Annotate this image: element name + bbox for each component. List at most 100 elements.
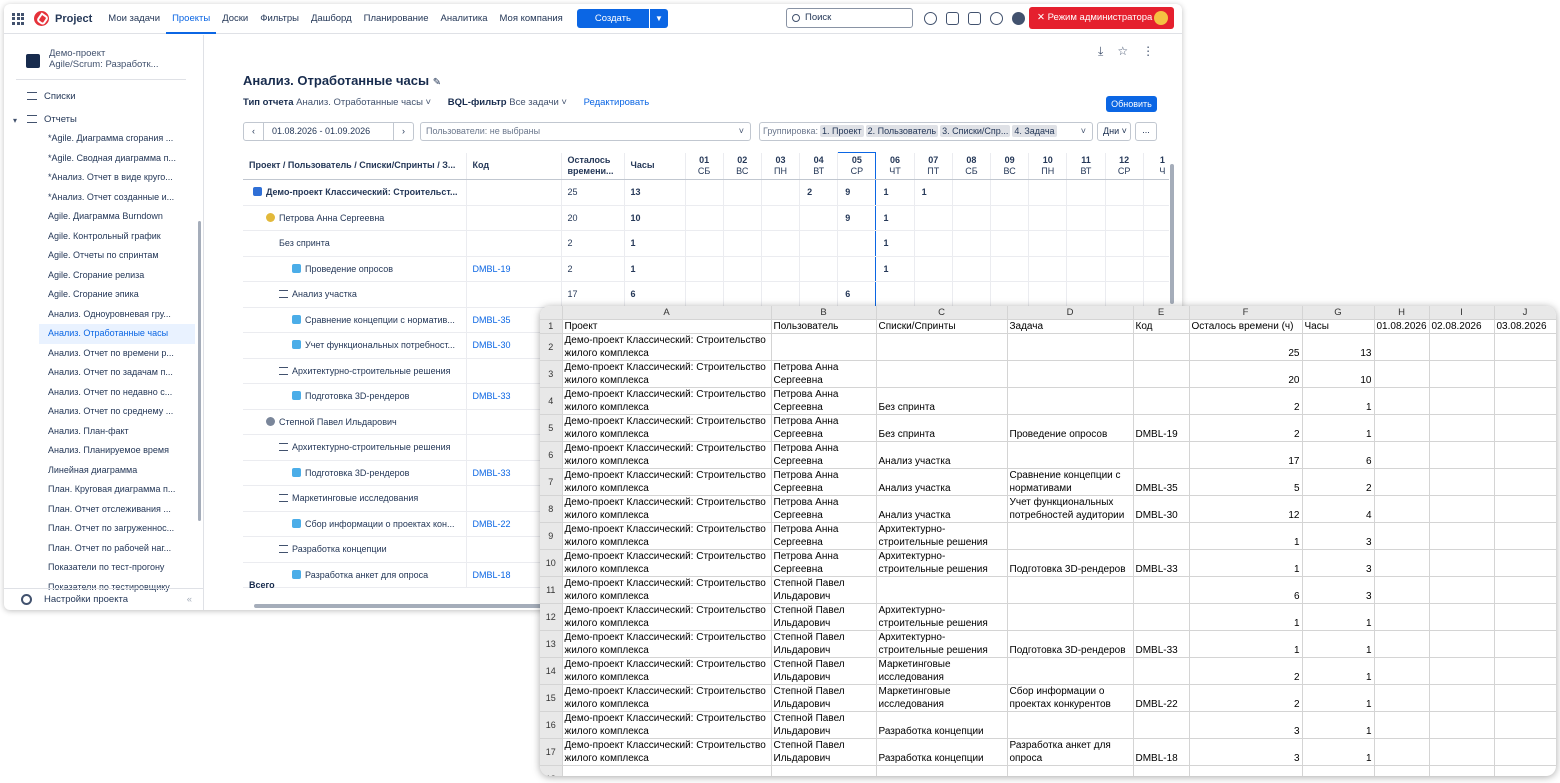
day-cell[interactable] [685, 281, 724, 308]
sidebar-report-item[interactable]: План. Отчет по рабочей наг... [39, 539, 195, 559]
sheet-cell[interactable] [1007, 576, 1134, 604]
sheet-cell[interactable]: Проведение опросов [1007, 414, 1134, 442]
sheet-cell[interactable]: Сбор информации о проектах конкурентов [1007, 684, 1134, 712]
sheet-cell[interactable]: Демо-проект Классический: Строительство … [562, 711, 772, 739]
sheet-cell[interactable] [771, 765, 877, 776]
contacts-icon[interactable] [924, 12, 937, 25]
sidebar-report-item[interactable]: Анализ. План-факт [39, 422, 195, 442]
grouping-select[interactable]: Группировка: 1. Проект 2. Пользователь 3. С… [759, 122, 1093, 141]
sheet-cell[interactable]: Петрова Анна Сергеевна [771, 495, 877, 523]
col-header-remaining[interactable]: Осталось времени... [561, 152, 625, 180]
sheet-cell[interactable]: 13 [1302, 333, 1375, 361]
sheet-column-header[interactable]: D [1007, 306, 1134, 320]
sidebar-report-item[interactable]: Анализ. Одноуровневая гру... [39, 305, 195, 325]
sheet-cell[interactable]: Сравнение концепции с нормативами [1007, 468, 1134, 496]
sheet-cell[interactable] [1429, 738, 1495, 766]
day-cell[interactable] [1105, 256, 1144, 282]
sheet-cell[interactable]: Степной Павел Ильдарович [771, 738, 877, 766]
sheet-cell[interactable]: 3 [1302, 576, 1375, 604]
day-cell[interactable] [875, 281, 915, 308]
sheet-cell[interactable]: Петрова Анна Сергеевна [771, 522, 877, 550]
nav-item[interactable]: Аналитика [435, 4, 494, 34]
sheet-cell[interactable] [1494, 333, 1556, 361]
sheet-row-header[interactable]: 9 [540, 522, 563, 550]
sidebar-report-item[interactable]: Agile. Диаграмма Burndown [39, 207, 195, 227]
sheet-cell[interactable] [1133, 360, 1190, 388]
sidebar-report-item[interactable]: *Agile. Диаграмма сгорания ... [39, 129, 195, 149]
day-cell[interactable]: 1 [914, 179, 953, 206]
sheet-cell[interactable]: 25 [1189, 333, 1303, 361]
day-cell[interactable] [1028, 230, 1068, 257]
search-input[interactable]: Поиск [786, 8, 913, 28]
sheet-cell[interactable] [1133, 387, 1190, 415]
day-cell[interactable] [1105, 281, 1144, 308]
sheet-cell[interactable]: 13 [1302, 765, 1375, 776]
sheet-cell[interactable]: 1 [1302, 630, 1375, 658]
sheet-row-header[interactable]: 17 [540, 738, 563, 766]
sheet-cell[interactable]: 1 [1302, 603, 1375, 631]
day-cell[interactable] [990, 256, 1030, 282]
sheet-row-header[interactable]: 8 [540, 495, 563, 523]
sheet-cell[interactable] [1133, 333, 1190, 361]
chevron-down-icon[interactable]: ▾ [13, 116, 17, 125]
sheet-cell[interactable]: Архитектурно-строительные решения [876, 603, 1008, 631]
sheet-cell[interactable] [1429, 387, 1495, 415]
sheet-cell[interactable]: Степной Павел Ильдарович [771, 576, 877, 604]
day-cell[interactable] [990, 230, 1030, 257]
sheet-row-header[interactable]: 15 [540, 684, 563, 712]
sheet-cell[interactable] [1429, 360, 1495, 388]
sheet-corner[interactable] [540, 306, 563, 320]
sheet-cell[interactable]: Проект [562, 319, 772, 334]
sidebar-item-reports[interactable]: Отчеты [27, 114, 77, 125]
sheet-row-header[interactable]: 14 [540, 657, 563, 685]
sheet-row-header[interactable]: 5 [540, 414, 563, 442]
sheet-cell[interactable]: Демо-проект Классический: Строительство … [562, 522, 772, 550]
more-vertical-icon[interactable]: ⋮ [1142, 44, 1154, 59]
table-row[interactable]: Проведение опросов DMBL-19 2 1 1 [243, 256, 1169, 282]
project-logo-icon[interactable] [34, 11, 49, 26]
sheet-cell[interactable] [1374, 603, 1430, 631]
sidebar-report-item[interactable]: Линейная диаграмма [39, 461, 195, 481]
grouping-tag[interactable]: 1. Проект [819, 125, 864, 137]
day-cell[interactable] [990, 205, 1030, 231]
sheet-cell[interactable] [1133, 522, 1190, 550]
sheet-cell[interactable]: Пользователь [771, 319, 877, 334]
sheet-cell[interactable]: 1 [1189, 630, 1303, 658]
sheet-row-header[interactable]: 11 [540, 576, 563, 604]
grouping-tag[interactable]: 3. Списки/Спр... [940, 125, 1011, 137]
day-cell[interactable]: 9 [837, 179, 877, 206]
sheet-column-header[interactable]: F [1189, 306, 1303, 320]
sheet-cell[interactable] [1429, 684, 1495, 712]
sheet-cell[interactable] [1494, 522, 1556, 550]
sidebar-report-item[interactable]: Анализ. Отчет по времени р... [39, 344, 195, 364]
brand-name[interactable]: Project [55, 13, 92, 25]
period-select[interactable]: Дни ˅ [1097, 122, 1131, 141]
sheet-cell[interactable]: Петрова Анна Сергеевна [771, 360, 877, 388]
horizontal-scrollbar[interactable] [254, 604, 554, 608]
day-cell[interactable] [837, 230, 877, 257]
sheet-cell[interactable]: Демо-проект Классический: Строительство … [562, 576, 772, 604]
create-dropdown-button[interactable]: ▼ [649, 9, 668, 28]
day-cell[interactable] [990, 179, 1030, 206]
sheet-cell[interactable]: Архитектурно-строительные решения [876, 549, 1008, 577]
sheet-cell[interactable]: 10 [1302, 360, 1375, 388]
sheet-row-header[interactable]: 18 [540, 765, 563, 776]
day-cell[interactable] [1143, 281, 1169, 308]
create-button[interactable]: Создать [576, 9, 649, 28]
sheet-cell[interactable] [1007, 603, 1134, 631]
day-cell[interactable] [685, 230, 724, 257]
day-cell[interactable] [1028, 179, 1068, 206]
sidebar-report-item[interactable]: Показатели по тест-прогону [39, 558, 195, 578]
sheet-cell[interactable]: 5 [1189, 468, 1303, 496]
sheet-cell[interactable] [1374, 630, 1430, 658]
grouping-tag[interactable]: 4. Задача [1012, 125, 1057, 137]
sheet-row-header[interactable]: 16 [540, 711, 563, 739]
sheet-cell[interactable] [1133, 711, 1190, 739]
sheet-cell[interactable]: 17 [1189, 441, 1303, 469]
sheet-cell[interactable] [1494, 765, 1556, 776]
sheet-cell[interactable] [1007, 711, 1134, 739]
day-cell[interactable] [1143, 256, 1169, 282]
sheet-cell[interactable]: Всего [562, 765, 772, 776]
sheet-cell[interactable] [1429, 765, 1495, 776]
sheet-cell[interactable] [1429, 711, 1495, 739]
